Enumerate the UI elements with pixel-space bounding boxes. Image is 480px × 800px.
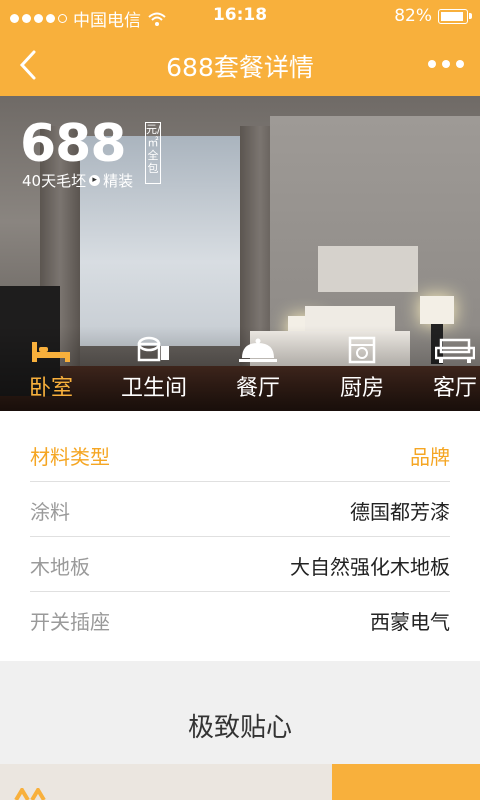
tab-label: 客厅 [432,376,477,401]
stove-icon [312,336,412,364]
tab-label: 卫生间 [120,376,187,401]
tab-label: 卧室 [28,376,73,401]
primary-action-button[interactable] [332,764,480,800]
table-row: 涂料 德国都芳漆 [30,481,450,537]
bed-icon [1,336,101,364]
tagline: 40天毛坯 ▸ 精装 [22,170,133,191]
tab-kitchen[interactable]: 厨房 [312,336,412,406]
more-options-icon[interactable] [428,60,464,68]
header-brand: 品牌 [410,445,450,469]
price-unit: 元/㎡全包 [145,122,161,184]
tagline-from: 40天毛坯 [22,172,87,190]
table-row: 木地板 大自然强化木地板 [30,536,450,592]
tab-dining[interactable]: 餐厅 [208,336,308,406]
wall-painting [318,246,418,292]
tab-living-room[interactable]: 客厅 [405,336,480,406]
logo-mark-icon [14,788,46,800]
sofa-icon [405,336,480,364]
dining-cloche-icon [208,336,308,364]
tab-label: 餐厅 [235,376,280,401]
section-title: 极致贴心 [187,713,292,743]
arrow-right-icon: ▸ [89,175,101,186]
table-row: 开关插座 西蒙电气 [30,591,450,646]
tab-label: 厨房 [339,376,384,401]
materials-table: 材料类型 品牌 涂料 德国都芳漆 木地板 大自然强化木地板 开关插座 西蒙电气 [0,411,480,661]
material-type: 木地板 [30,555,90,579]
page-title: 688套餐详情 [166,53,314,82]
material-type: 开关插座 [30,610,110,634]
section-block: 极致贴心 [0,662,480,762]
material-brand: 西蒙电气 [370,610,450,634]
table-header: 材料类型 品牌 [30,426,450,482]
tab-bathroom[interactable]: 卫生间 [104,336,204,406]
material-brand: 德国都芳漆 [350,500,450,524]
bottom-action-bar [0,764,480,800]
tagline-to: 精装 [103,172,134,190]
header-material-type: 材料类型 [30,445,110,469]
material-brand: 大自然强化木地板 [290,555,450,579]
room-category-tabs: 卧室 卫生间 餐厅 厨房 客厅 [0,336,480,406]
battery-icon [438,8,472,24]
price-number: 688 [20,114,127,174]
battery-percent: 82% [394,6,432,26]
status-bar: 中国电信 16:18 82% [0,0,480,32]
tab-bedroom[interactable]: 卧室 [1,336,101,406]
package-badge: 688 元/㎡全包 40天毛坯 ▸ 精装 [20,114,161,190]
toilet-icon [104,336,204,364]
nav-bar: 688套餐详情 [0,32,480,96]
battery-group: 82% [394,6,472,26]
material-type: 涂料 [30,500,70,524]
